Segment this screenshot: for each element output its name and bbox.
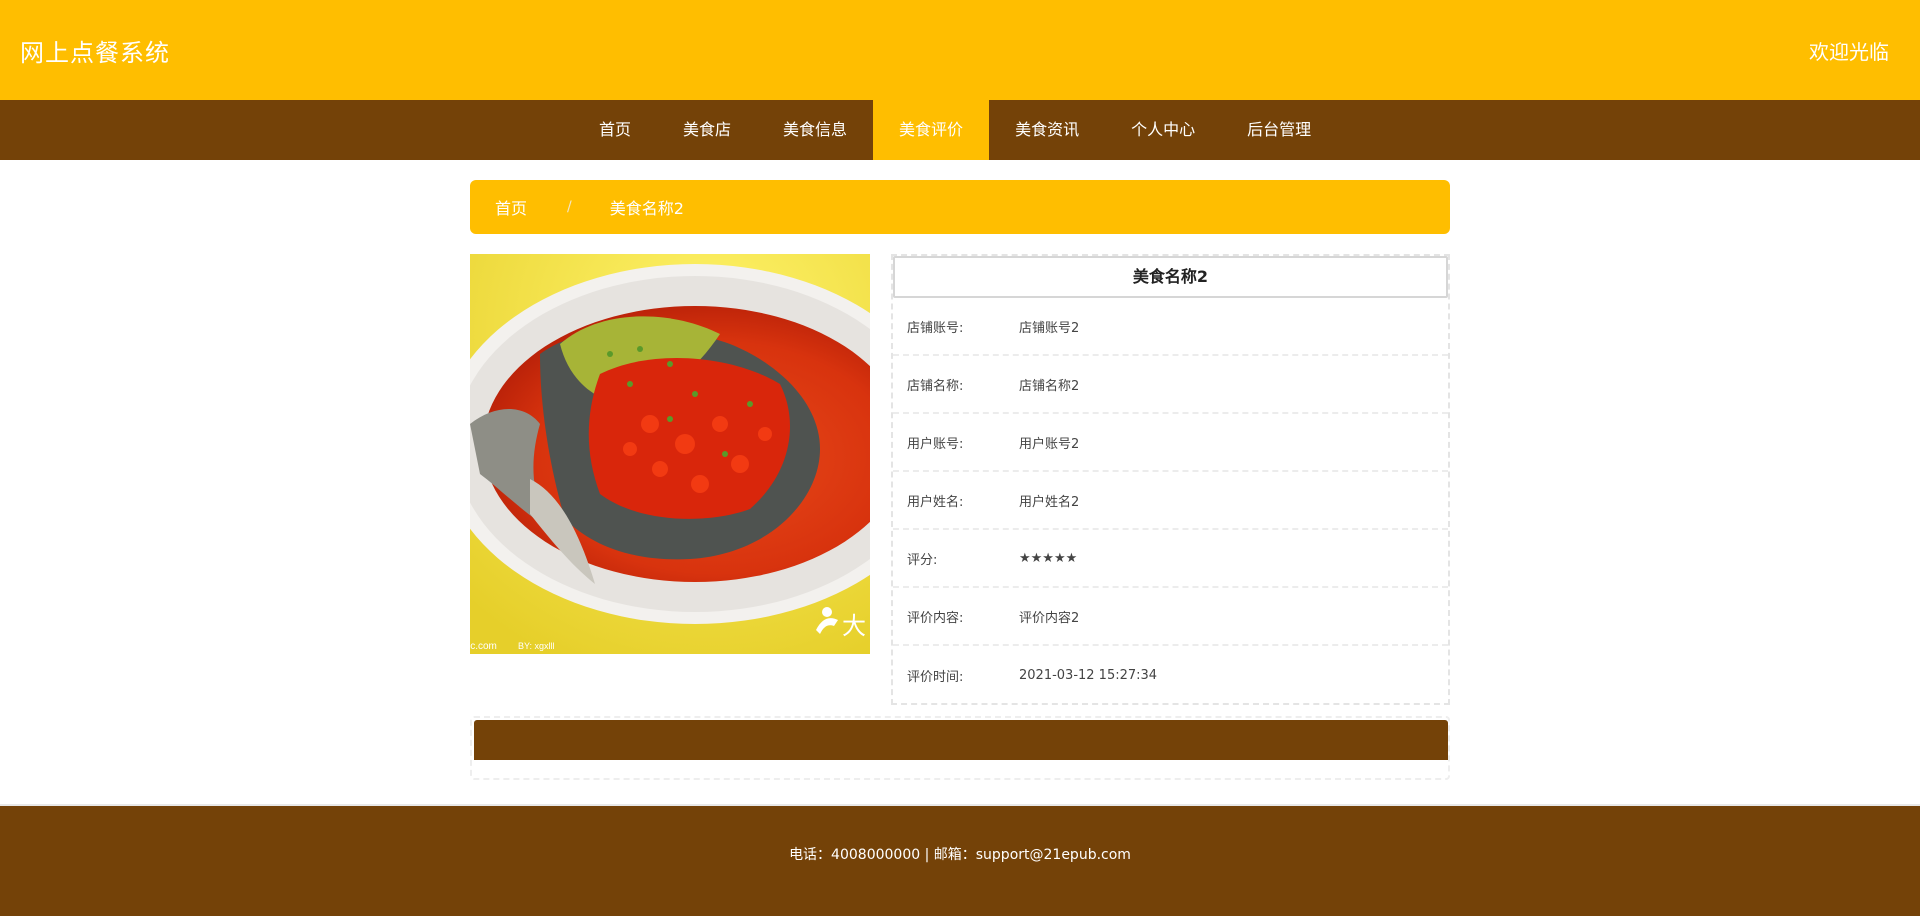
detail-value: 店铺名称2 [1019,378,1080,394]
detail-value: 2021-03-12 15:27:34 [1019,667,1158,683]
nav-items: 首页 美食店 美食信息 美食评价 美食资讯 个人中心 后台管理 [573,100,1337,160]
detail-label: 评分: [907,552,938,568]
detail-label: 评价时间: [907,669,964,685]
main-nav: 首页 美食店 美食信息 美食评价 美食资讯 个人中心 后台管理 [0,100,1920,160]
site-title: 网上点餐系统 [20,39,170,67]
detail-label: 用户账号: [907,436,964,452]
nav-item-food-shops[interactable]: 美食店 [657,100,757,160]
rating-stars: ★★★★★ [1019,550,1078,566]
breadcrumb-current: 美食名称2 [609,199,684,218]
footer: 电话：4008000000 | 邮箱：support@21epub.com [0,804,1920,916]
nav-item-food-info[interactable]: 美食信息 [757,100,873,160]
watermark-author: BY: xgxlll [518,641,555,651]
detail-title: 美食名称2 [893,256,1448,298]
detail-label: 店铺账号: [907,320,964,336]
nav-item-food-reviews[interactable]: 美食评价 [873,100,990,160]
detail-row: 用户姓名: 用户姓名2 [893,472,1448,530]
detail-row: 评分: ★★★★★ [893,530,1448,588]
detail-row: 用户账号: 用户账号2 [893,414,1448,472]
detail-label: 用户姓名: [907,494,964,510]
detail-row: 评价时间: 2021-03-12 15:27:34 [893,646,1448,704]
comment-section-header [474,720,1448,760]
detail-row: 评价内容: 评价内容2 [893,588,1448,646]
detail-row: 店铺名称: 店铺名称2 [893,356,1448,414]
top-header: 网上点餐系统 欢迎光临 [0,0,1920,100]
food-image: ic.com BY: xgxlll 大 [470,254,870,654]
breadcrumb-home-link[interactable]: 首页 [495,195,527,219]
review-detail-panel: 美食名称2 店铺账号: 店铺账号2 店铺名称: 店铺名称2 用户账号: 用户账号… [891,254,1450,705]
detail-value: 用户姓名2 [1019,494,1080,510]
watermark-left: ic.com [470,641,497,652]
watermark-right: 大 [842,612,866,640]
breadcrumb: 首页 / 美食名称2 [470,180,1450,234]
comment-section [470,716,1450,780]
nav-item-home[interactable]: 首页 [573,100,657,160]
detail-row: 店铺账号: 店铺账号2 [893,298,1448,356]
nav-item-admin[interactable]: 后台管理 [1221,100,1337,160]
detail-label: 店铺名称: [907,378,964,394]
detail-value: 店铺账号2 [1019,320,1080,336]
detail-value: 用户账号2 [1019,436,1080,452]
footer-contact: 电话：4008000000 | 邮箱：support@21epub.com [789,847,1131,863]
detail-label: 评价内容: [907,610,964,626]
welcome-text: 欢迎光临 [1809,40,1889,64]
nav-item-personal-center[interactable]: 个人中心 [1105,100,1221,160]
detail-value: 评价内容2 [1019,610,1080,626]
breadcrumb-separator: / [567,199,572,215]
nav-item-food-news[interactable]: 美食资讯 [989,100,1105,160]
